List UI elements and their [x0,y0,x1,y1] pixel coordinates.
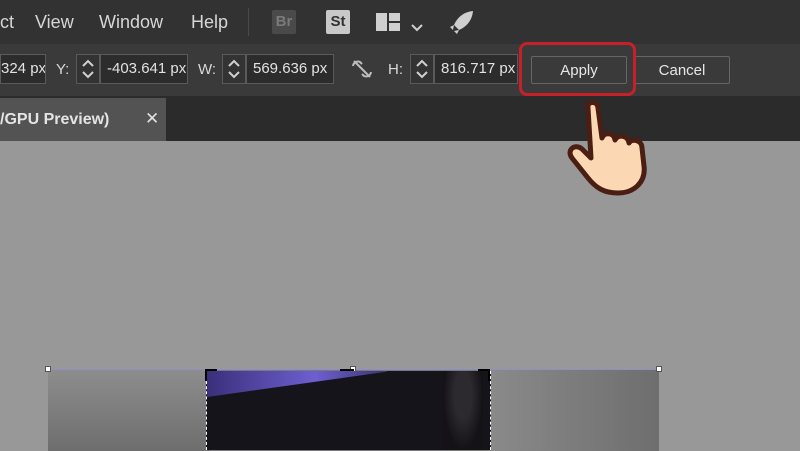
crop-person [443,371,483,450]
image-right-region [489,370,659,451]
w-field[interactable]: 569.636 px [246,54,334,84]
bounding-handle-top-right[interactable] [656,366,662,372]
menu-help[interactable]: Help [191,12,228,32]
y-label: Y: [56,61,70,78]
menu-object[interactable]: ct [0,12,14,32]
document-tab-label: /GPU Preview) [0,111,110,128]
crop-stage-light [207,371,387,397]
y-field[interactable]: -403.641 px [100,54,188,84]
cancel-button[interactable]: Cancel [634,56,730,84]
rocket-icon[interactable] [449,9,475,40]
close-icon[interactable]: ✕ [145,109,159,129]
bridge-icon[interactable]: Br [272,10,296,34]
menu-view[interactable]: View [35,12,74,32]
w-stepper[interactable] [222,54,246,84]
menu-window[interactable]: Window [99,12,163,32]
crop-corner-top-left[interactable] [205,369,217,381]
crop-edge-top-middle[interactable] [340,369,354,381]
pointing-hand-icon [558,98,668,203]
w-label: W: [198,61,217,78]
apply-highlight-annotation [519,42,636,96]
bounding-handle-top-left[interactable] [45,366,51,372]
workspace-layout-icon[interactable] [376,13,400,36]
document-tab[interactable]: /GPU Preview) ✕ [0,98,166,141]
chevron-down-icon[interactable] [411,16,423,37]
constrain-proportions-link-icon[interactable] [350,58,374,84]
document-tab-bar: /GPU Preview) ✕ [0,96,800,141]
y-stepper[interactable] [76,54,100,84]
h-stepper[interactable] [410,54,434,84]
menu-separator [248,8,249,36]
control-bar: 324 px Y: -403.641 px W: 569.636 px H: 8… [0,44,800,96]
stock-icon[interactable]: St [326,10,350,34]
crop-corner-top-right[interactable] [478,369,490,381]
x-field[interactable]: 324 px [0,54,46,84]
image-left-region [48,370,208,451]
h-label: H: [388,61,403,78]
menu-bar: ct View Window Help Br St [0,0,800,44]
h-field[interactable]: 816.717 px [434,54,518,84]
crop-region[interactable] [206,371,491,450]
